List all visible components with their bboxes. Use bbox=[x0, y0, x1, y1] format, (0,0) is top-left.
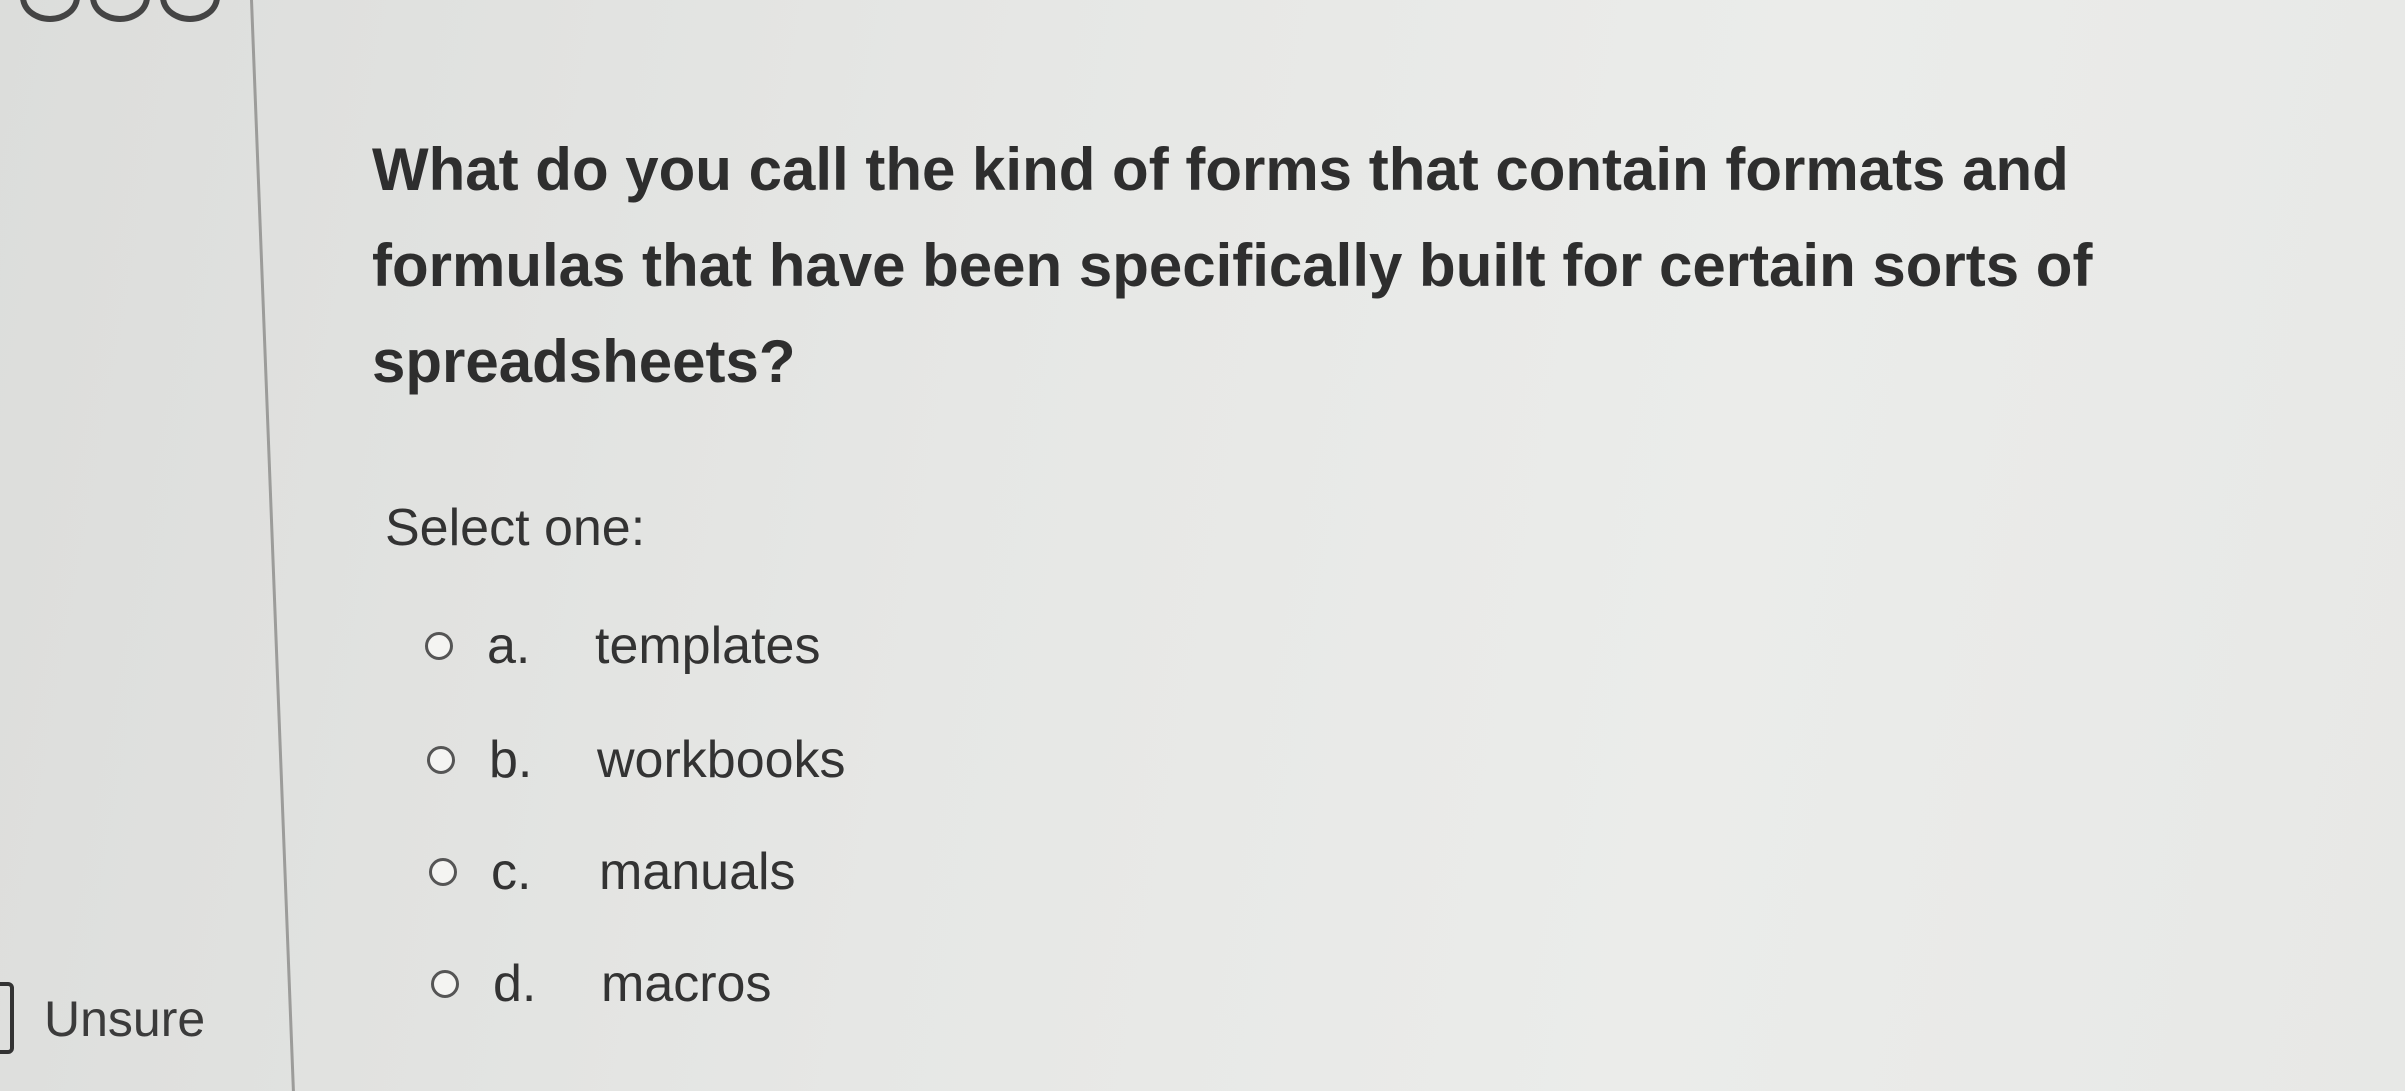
quiz-page: Unsure What do you call the kind of form… bbox=[0, 0, 2405, 1091]
option-label[interactable]: templates bbox=[595, 616, 820, 676]
answer-option-c[interactable]: c. manuals bbox=[429, 842, 796, 902]
option-label[interactable]: workbooks bbox=[597, 730, 846, 790]
radio-button-c[interactable] bbox=[429, 858, 457, 886]
answer-option-b[interactable]: b. workbooks bbox=[427, 730, 846, 790]
option-letter: a. bbox=[487, 617, 531, 675]
option-letter: c. bbox=[491, 843, 532, 901]
cropped-glyph bbox=[20, 0, 80, 22]
radio-button-d[interactable] bbox=[431, 970, 459, 998]
radio-button-a[interactable] bbox=[425, 632, 453, 660]
answer-option-a[interactable]: a. templates bbox=[425, 616, 820, 676]
option-letter: b. bbox=[489, 731, 533, 789]
cropped-glyph bbox=[90, 0, 150, 22]
cropped-glyph bbox=[160, 0, 220, 22]
select-prompt: Select one: bbox=[385, 499, 646, 557]
option-letter: d. bbox=[493, 955, 537, 1013]
answer-option-d[interactable]: d. macros bbox=[431, 954, 771, 1014]
question-text: What do you call the kind of forms that … bbox=[372, 136, 2093, 395]
question-info-sidebar: Unsure bbox=[0, 0, 285, 1091]
cropped-header-fragment bbox=[20, 0, 250, 22]
radio-button-b[interactable] bbox=[427, 746, 455, 774]
flag-question-icon[interactable] bbox=[0, 982, 14, 1054]
option-label[interactable]: macros bbox=[601, 954, 771, 1014]
option-label[interactable]: manuals bbox=[599, 842, 796, 902]
flag-label[interactable]: Unsure bbox=[44, 990, 205, 1048]
